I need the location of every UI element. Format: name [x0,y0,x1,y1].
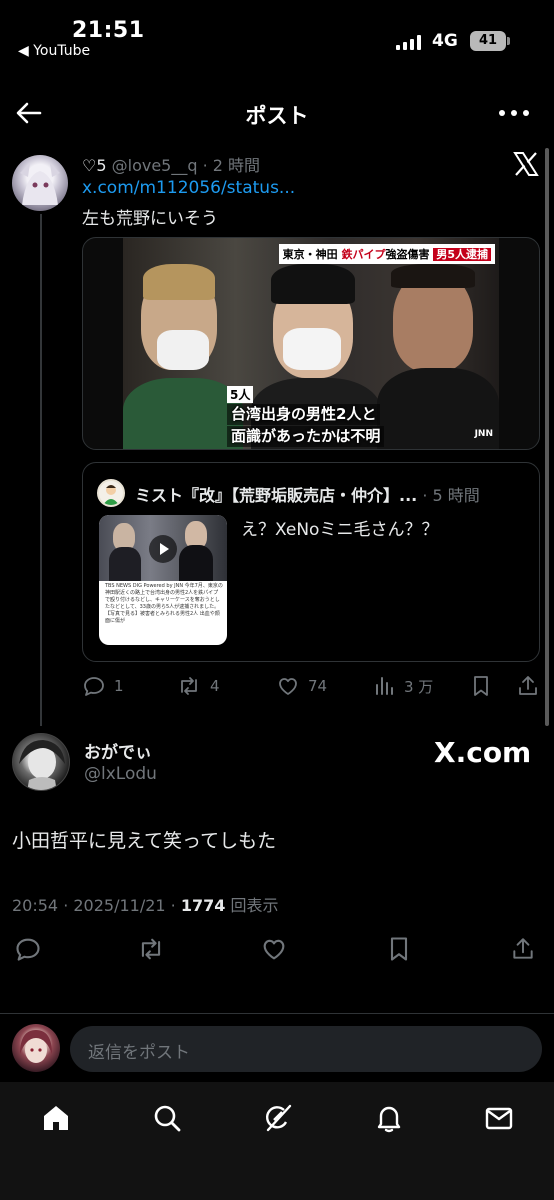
views-count: 3 万 [404,677,434,696]
avatar[interactable] [12,733,70,791]
views-button[interactable]: 3 万 [374,674,433,698]
tag-location: 東京・神田 [282,248,338,261]
repost-icon [181,677,197,695]
bookmark-icon [390,937,408,961]
bookmark-button[interactable] [470,674,492,698]
bookmark-button[interactable] [386,935,412,963]
news-caption: 台湾出身の男性2人と 面識があったかは不明 [227,404,385,448]
repost-icon [141,938,161,960]
quote-text: え？XeNoミニ毛さん？？ [241,520,439,540]
view-count: 1774 [180,896,226,915]
home-icon[interactable] [40,1102,72,1134]
reply-button[interactable]: 1 [82,674,124,698]
like-button[interactable] [260,935,288,963]
quote-header: ミスト『改』【荒野垢販売店・仲介】... · 5 時間 [135,482,535,506]
reply-icon [84,677,104,696]
play-icon[interactable] [149,535,177,563]
reply-icon [16,938,40,961]
xcom-badge: X.com [434,736,532,769]
status-link[interactable]: x.com/m112056/status... [82,178,295,198]
post-time: · 2 時間 [202,156,261,175]
grok-icon[interactable] [262,1102,294,1134]
tag-weapon: 鉄パイプ [341,248,386,261]
network-type: 4G [432,31,458,51]
divider [0,1013,554,1014]
scrollbar[interactable] [545,148,549,726]
repost-count: 4 [210,677,220,695]
caption-line-2: 面識があったかは不明 [227,426,385,447]
reply-count: 1 [114,677,124,695]
thread-connector [40,214,42,726]
status-time: 21:51 [72,18,145,43]
battery-tip [507,37,510,45]
caption-line-1: 台湾出身の男性2人と [227,404,381,425]
share-button[interactable] [510,935,536,963]
notifications-icon[interactable] [373,1102,405,1134]
search-icon[interactable] [151,1102,183,1134]
share-button[interactable] [516,674,540,698]
current-user-avatar[interactable] [12,1024,60,1072]
post-timestamp: 20:54 · 2025/11/21 · [12,896,181,915]
author-handle[interactable]: @love5__q [112,156,198,175]
like-icon [263,939,285,960]
views-icon [376,677,393,695]
quote-card[interactable]: ミスト『改』【荒野垢販売店・仲介】... · 5 時間 TBS NEWS DIG… [82,462,540,662]
tag-arrest: 男5人逮捕 [433,248,491,261]
messages-icon[interactable] [483,1102,515,1134]
battery-icon: 41 [470,31,506,51]
repost-button[interactable]: 4 [176,674,220,698]
like-icon [279,678,297,695]
news-logo: JNN [474,429,493,439]
news-image[interactable]: 東京・神田 鉄パイプ強盗傷害 男5人逮捕 5人 台湾出身の男性2人と 面識があっ… [123,238,499,449]
post-text: 小田哲平に見えて笑ってしもた [12,830,277,852]
share-icon [519,676,537,695]
post-header: ♡5 @love5__q · 2 時間 [82,152,260,176]
like-button[interactable]: 74 [276,674,327,698]
author-name[interactable]: おがでぃ [84,738,152,763]
author-handle[interactable]: @lxLodu [84,764,157,784]
bookmark-icon [474,676,488,696]
thumbnail-text: TBS NEWS DIG Powered by JNN 今年7月、東京の神田駅近… [105,583,223,624]
share-icon [513,938,533,959]
page-title: ポスト [245,104,309,128]
tag-crime: 強盗傷害 [385,248,430,261]
quote-time: · 5 時間 [422,486,480,505]
news-headline-tag: 東京・神田 鉄パイプ強盗傷害 男5人逮捕 [278,244,495,264]
more-icon[interactable] [496,100,532,126]
post-meta: 20:54 · 2025/11/21 · 1774 回表示 [12,892,278,916]
view-label: 回表示 [225,896,279,915]
like-count-badge: ♡5 [82,156,107,175]
post-text: 左も荒野にいそう [82,209,218,229]
quote-author[interactable]: ミスト『改』【荒野垢販売店・仲介】... [135,486,417,505]
news-count-label: 5人 [227,386,254,403]
media-card[interactable]: 東京・神田 鉄パイプ強盗傷害 男5人逮捕 5人 台湾出身の男性2人と 面識があっ… [82,237,540,450]
reply-button[interactable] [14,935,42,963]
bottom-tab-bar [0,1082,554,1200]
quote-thumbnail[interactable]: TBS NEWS DIG Powered by JNN 今年7月、東京の神田駅近… [99,515,227,645]
quote-avatar[interactable] [97,479,125,507]
back-to-app-link[interactable]: ◀ YouTube [18,43,90,59]
avatar[interactable] [12,155,68,211]
reply-placeholder: 返信をポスト [88,1043,190,1063]
signal-icon [396,34,421,50]
repost-button[interactable] [136,935,166,963]
x-logo-icon [512,150,540,178]
like-count: 74 [308,677,328,695]
reply-input[interactable]: 返信をポスト [70,1026,542,1072]
